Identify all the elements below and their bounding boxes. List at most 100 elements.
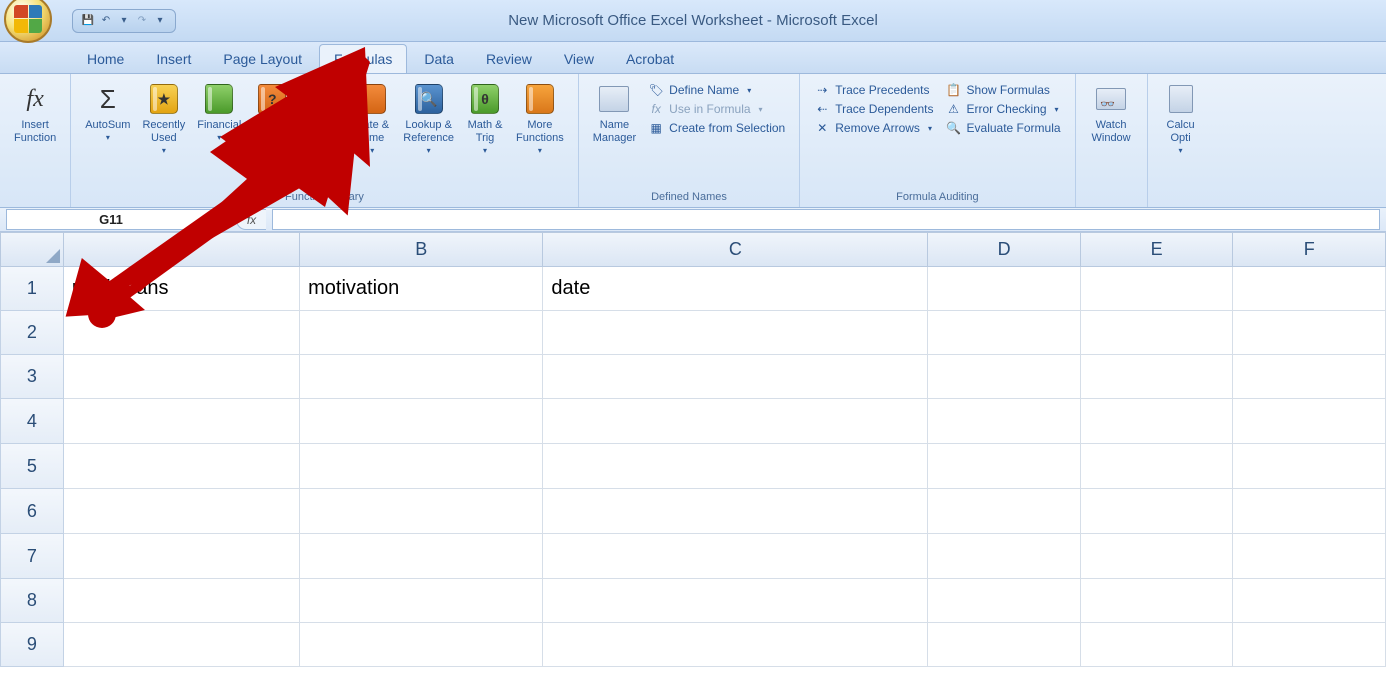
cell-D7[interactable] [928, 534, 1081, 579]
fx-label-icon[interactable]: fx [236, 209, 266, 230]
remove-arrows-button[interactable]: ✕Remove Arrows▾ [814, 120, 933, 136]
cell-E4[interactable] [1081, 399, 1234, 444]
watch-window-button[interactable]: 👓 Watch Window [1086, 78, 1137, 149]
cell-B2[interactable] [300, 311, 543, 355]
cell-D4[interactable] [928, 399, 1081, 444]
cell-B5[interactable] [300, 444, 543, 489]
cell-D8[interactable] [928, 579, 1081, 623]
cell-A1[interactable]: participans [64, 267, 300, 311]
row-header-1[interactable]: 1 [0, 267, 64, 311]
cell-B8[interactable] [300, 579, 543, 623]
cell-C2[interactable] [543, 311, 928, 355]
cell-F4[interactable] [1233, 399, 1386, 444]
cell-A9[interactable] [64, 623, 300, 667]
calculation-options-button[interactable]: CalcuOpti [1156, 78, 1206, 159]
tab-formulas[interactable]: Formulas [319, 44, 407, 73]
cell-E9[interactable] [1081, 623, 1234, 667]
recently-used-button[interactable]: ★ Recently Used [136, 78, 191, 159]
name-box[interactable]: G11 ▼ [6, 209, 216, 230]
cell-E7[interactable] [1081, 534, 1234, 579]
column-header-F[interactable]: F [1233, 232, 1386, 267]
row-header-4[interactable]: 4 [0, 399, 64, 444]
column-header-B[interactable]: B [300, 232, 543, 267]
show-formulas-button[interactable]: 📋Show Formulas [946, 82, 1061, 98]
trace-precedents-button[interactable]: ⇢Trace Precedents [814, 82, 933, 98]
tab-page-layout[interactable]: Page Layout [208, 44, 317, 73]
cell-A3[interactable] [64, 355, 300, 399]
cell-C9[interactable] [543, 623, 928, 667]
cell-D5[interactable] [928, 444, 1081, 489]
insert-function-button[interactable]: fx Insert Function [8, 78, 62, 149]
cell-B9[interactable] [300, 623, 543, 667]
cell-B7[interactable] [300, 534, 543, 579]
evaluate-formula-button[interactable]: 🔍Evaluate Formula [946, 120, 1061, 136]
cell-A8[interactable] [64, 579, 300, 623]
cell-B4[interactable] [300, 399, 543, 444]
cell-F2[interactable] [1233, 311, 1386, 355]
cell-C7[interactable] [543, 534, 928, 579]
cell-D2[interactable] [928, 311, 1081, 355]
cell-D3[interactable] [928, 355, 1081, 399]
tab-review[interactable]: Review [471, 44, 547, 73]
office-button[interactable] [4, 0, 52, 43]
cell-E2[interactable] [1081, 311, 1234, 355]
lookup-reference-button[interactable]: 🔍 Lookup & Reference [397, 78, 460, 159]
cell-F5[interactable] [1233, 444, 1386, 489]
select-all-corner[interactable] [0, 232, 64, 267]
cell-A7[interactable] [64, 534, 300, 579]
undo-icon[interactable]: ↶ [99, 14, 113, 28]
column-header-D[interactable]: D [928, 232, 1081, 267]
cell-E5[interactable] [1081, 444, 1234, 489]
cell-C1[interactable]: date [543, 267, 928, 311]
cell-B6[interactable] [300, 489, 543, 534]
text-button[interactable]: A Text [297, 78, 347, 146]
cell-F6[interactable] [1233, 489, 1386, 534]
create-from-selection-button[interactable]: ▦Create from Selection [648, 120, 785, 136]
cell-D9[interactable] [928, 623, 1081, 667]
cell-A4[interactable] [64, 399, 300, 444]
qat-dropdown-icon[interactable]: ▾ [153, 14, 167, 28]
tab-view[interactable]: View [549, 44, 609, 73]
row-header-5[interactable]: 5 [0, 444, 64, 489]
row-header-7[interactable]: 7 [0, 534, 64, 579]
cell-F3[interactable] [1233, 355, 1386, 399]
tab-data[interactable]: Data [409, 44, 469, 73]
define-name-button[interactable]: 🏷Define Name▾ [648, 82, 785, 98]
error-checking-button[interactable]: ⚠Error Checking▾ [946, 101, 1061, 117]
financial-button[interactable]: Financial [191, 78, 247, 146]
cell-E8[interactable] [1081, 579, 1234, 623]
cell-E3[interactable] [1081, 355, 1234, 399]
cell-C4[interactable] [543, 399, 928, 444]
save-icon[interactable]: 💾 [81, 14, 95, 28]
redo-icon[interactable]: ↷ [135, 14, 149, 28]
use-in-formula-button[interactable]: fxUse in Formula▾ [648, 101, 785, 117]
cell-A5[interactable] [64, 444, 300, 489]
trace-dependents-button[interactable]: ⇠Trace Dependents [814, 101, 933, 117]
formula-bar[interactable] [272, 209, 1380, 230]
cell-C6[interactable] [543, 489, 928, 534]
cell-E6[interactable] [1081, 489, 1234, 534]
column-header-E[interactable]: E [1081, 232, 1234, 267]
cell-C5[interactable] [543, 444, 928, 489]
cell-A6[interactable] [64, 489, 300, 534]
row-header-6[interactable]: 6 [0, 489, 64, 534]
column-header-C[interactable]: C [543, 232, 928, 267]
row-header-8[interactable]: 8 [0, 579, 64, 623]
tab-acrobat[interactable]: Acrobat [611, 44, 689, 73]
cell-F1[interactable] [1233, 267, 1386, 311]
cell-B3[interactable] [300, 355, 543, 399]
row-header-9[interactable]: 9 [0, 623, 64, 667]
tab-home[interactable]: Home [72, 44, 139, 73]
name-manager-button[interactable]: Name Manager [587, 78, 642, 149]
cell-D1[interactable] [928, 267, 1081, 311]
cell-E1[interactable] [1081, 267, 1234, 311]
logical-button[interactable]: ? Logical [247, 78, 297, 146]
name-box-dropdown-icon[interactable]: ▼ [203, 215, 211, 224]
cell-F8[interactable] [1233, 579, 1386, 623]
cell-A2[interactable] [64, 311, 300, 355]
column-header-A[interactable]: A [64, 232, 300, 267]
cell-F7[interactable] [1233, 534, 1386, 579]
cell-B1[interactable]: motivation [300, 267, 543, 311]
date-time-button[interactable]: Date & Time [347, 78, 397, 159]
undo-dropdown-icon[interactable]: ▾ [117, 14, 131, 28]
